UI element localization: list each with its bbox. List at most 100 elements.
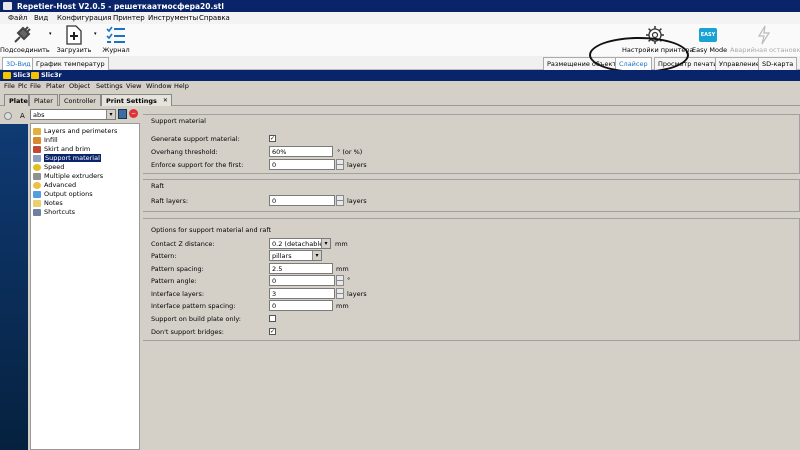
window-tab-slic3[interactable]: Slic3 <box>2 71 31 80</box>
contact-z-value: 0.2 (detachable) <box>272 240 326 248</box>
window-tab-label: Slic3r <box>41 71 62 79</box>
tree-item-notes[interactable]: Notes <box>33 199 63 208</box>
interface-spacing-unit: mm <box>336 302 349 310</box>
overhang-label: Overhang threshold: <box>151 148 218 156</box>
contact-z-select[interactable]: 0.2 (detachable) ▾ <box>269 238 331 249</box>
slic-menu-view[interactable]: View <box>126 82 141 90</box>
tree-item-extruders[interactable]: Multiple extruders <box>33 172 103 181</box>
close-icon[interactable]: ✕ <box>163 97 168 104</box>
menu-printer[interactable]: Принтер <box>113 14 145 22</box>
menu-bar: Файл Вид Конфигурация Принтер Инструмент… <box>0 12 800 24</box>
3d-view-area[interactable] <box>0 124 28 450</box>
emergency-stop-button[interactable]: Аварийная остановка <box>730 24 800 56</box>
slic-menu-help[interactable]: Help <box>174 82 189 90</box>
tab-plater-partial[interactable]: Plater <box>4 94 29 106</box>
tool-icon[interactable] <box>4 112 12 120</box>
tab-print-settings[interactable]: Print Settings ✕ <box>101 94 172 106</box>
save-preset-icon[interactable] <box>118 109 127 119</box>
load-dropdown[interactable]: ▾ <box>93 24 99 44</box>
buildplate-only-checkbox[interactable] <box>269 315 276 322</box>
output-icon <box>33 191 41 198</box>
load-button[interactable]: Загрузить <box>56 24 92 56</box>
slic-menu-window[interactable]: Window <box>146 82 172 90</box>
easy-mode-button[interactable]: EASY Easy Mode <box>692 24 728 56</box>
log-button[interactable]: Журнал <box>101 24 131 56</box>
tree-item-speed[interactable]: Speed <box>33 163 64 172</box>
interface-spacing-label: Interface pattern spacing: <box>151 302 236 310</box>
enforce-spinner[interactable] <box>336 159 344 170</box>
group-title: Support material <box>151 117 206 125</box>
pattern-angle-input[interactable]: 0 <box>269 275 335 286</box>
slic-menu-file-2[interactable]: File <box>30 82 41 90</box>
overhang-input[interactable]: 60% <box>269 146 333 157</box>
options-group: Options for support material and raft Co… <box>143 218 800 341</box>
menu-config[interactable]: Конфигурация <box>57 14 111 22</box>
slic3r-tab-row: Plater Plater Controller Print Settings … <box>0 92 800 106</box>
support-material-group: Support material Generate support materi… <box>143 114 800 174</box>
overhang-unit: ° (or %) <box>337 148 363 156</box>
easy-badge-icon: EASY <box>699 28 717 42</box>
easy-mode-label: Easy Mode <box>692 46 728 54</box>
pattern-spacing-input[interactable]: 2.5 <box>269 263 333 274</box>
menu-file[interactable]: Файл <box>8 14 27 22</box>
interface-layers-label: Interface layers: <box>151 290 205 298</box>
app-icon <box>3 2 12 10</box>
raft-layers-input[interactable]: 0 <box>269 195 335 206</box>
slic-menu-file[interactable]: File <box>4 82 15 90</box>
tab-3d-view[interactable]: 3D-Вид <box>2 57 35 70</box>
generate-support-checkbox[interactable]: ✓ <box>269 135 276 142</box>
window-tab-label: Slic3 <box>13 71 31 79</box>
contact-z-unit: mm <box>335 240 348 248</box>
enforce-input[interactable]: 0 <box>269 159 335 170</box>
pattern-angle-spinner[interactable] <box>336 275 344 286</box>
slic-menu-object[interactable]: Object <box>69 82 90 90</box>
dont-support-bridges-label: Don't support bridges: <box>151 328 224 336</box>
load-label: Загрузить <box>56 46 92 54</box>
interface-layers-spinner[interactable] <box>336 288 344 299</box>
tab-sd-card[interactable]: SD-карта <box>758 57 798 70</box>
hand-drawn-circle <box>589 37 689 73</box>
slic-menu-plc[interactable]: Plc <box>18 82 27 90</box>
pattern-spacing-unit: mm <box>336 265 349 273</box>
slic-menu-plater[interactable]: Plater <box>46 82 65 90</box>
slic3r-icon <box>31 72 39 79</box>
menu-tools[interactable]: Инструменты <box>148 14 198 22</box>
connect-button[interactable]: Подсоединить <box>0 24 50 56</box>
delete-preset-icon[interactable]: − <box>129 109 138 118</box>
tab-controller[interactable]: Controller <box>59 94 101 106</box>
tab-temperature-graph[interactable]: График температур <box>32 57 109 70</box>
title-bar: Repetier-Host V2.0.5 - решеткаатмосфера2… <box>0 0 800 12</box>
slic-menu-settings[interactable]: Settings <box>96 82 123 90</box>
infill-icon <box>33 137 41 144</box>
window-tab-slic3r[interactable]: Slic3r <box>30 71 62 80</box>
pattern-angle-unit: ° <box>347 276 351 284</box>
menu-view[interactable]: Вид <box>34 14 48 22</box>
tree-item-skirt[interactable]: Skirt and brim <box>33 145 90 154</box>
plug-icon <box>14 26 31 43</box>
tree-item-support[interactable]: Support material <box>33 154 101 163</box>
layers-icon <box>33 128 41 135</box>
tab-control[interactable]: Управление <box>715 57 764 70</box>
add-file-icon <box>66 25 82 45</box>
shortcuts-icon <box>33 209 41 216</box>
tree-item-advanced[interactable]: Advanced <box>33 181 76 190</box>
settings-tree: Layers and perimeters Infill Skirt and b… <box>30 123 140 450</box>
tree-item-layers[interactable]: Layers and perimeters <box>33 127 117 136</box>
group-title: Options for support material and raft <box>151 226 272 234</box>
pattern-value: pillars <box>272 252 292 260</box>
raft-layers-spinner[interactable] <box>336 195 344 206</box>
tree-item-output[interactable]: Output options <box>33 190 93 199</box>
tree-item-infill[interactable]: Infill <box>33 136 58 145</box>
menu-help[interactable]: Справка <box>199 14 230 22</box>
preset-select[interactable]: abs ▾ <box>30 109 116 120</box>
dont-support-bridges-checkbox[interactable]: ✓ <box>269 328 276 335</box>
pattern-select[interactable]: pillars ▾ <box>269 250 322 261</box>
tab-plater[interactable]: Plater <box>29 94 58 106</box>
interface-spacing-input[interactable]: 0 <box>269 300 333 311</box>
connect-dropdown[interactable]: ▾ <box>48 24 54 44</box>
extruder-icon <box>33 173 41 180</box>
tree-item-shortcuts[interactable]: Shortcuts <box>33 208 75 217</box>
enforce-unit: layers <box>347 161 367 169</box>
log-label: Журнал <box>102 46 130 54</box>
interface-layers-input[interactable]: 3 <box>269 288 335 299</box>
